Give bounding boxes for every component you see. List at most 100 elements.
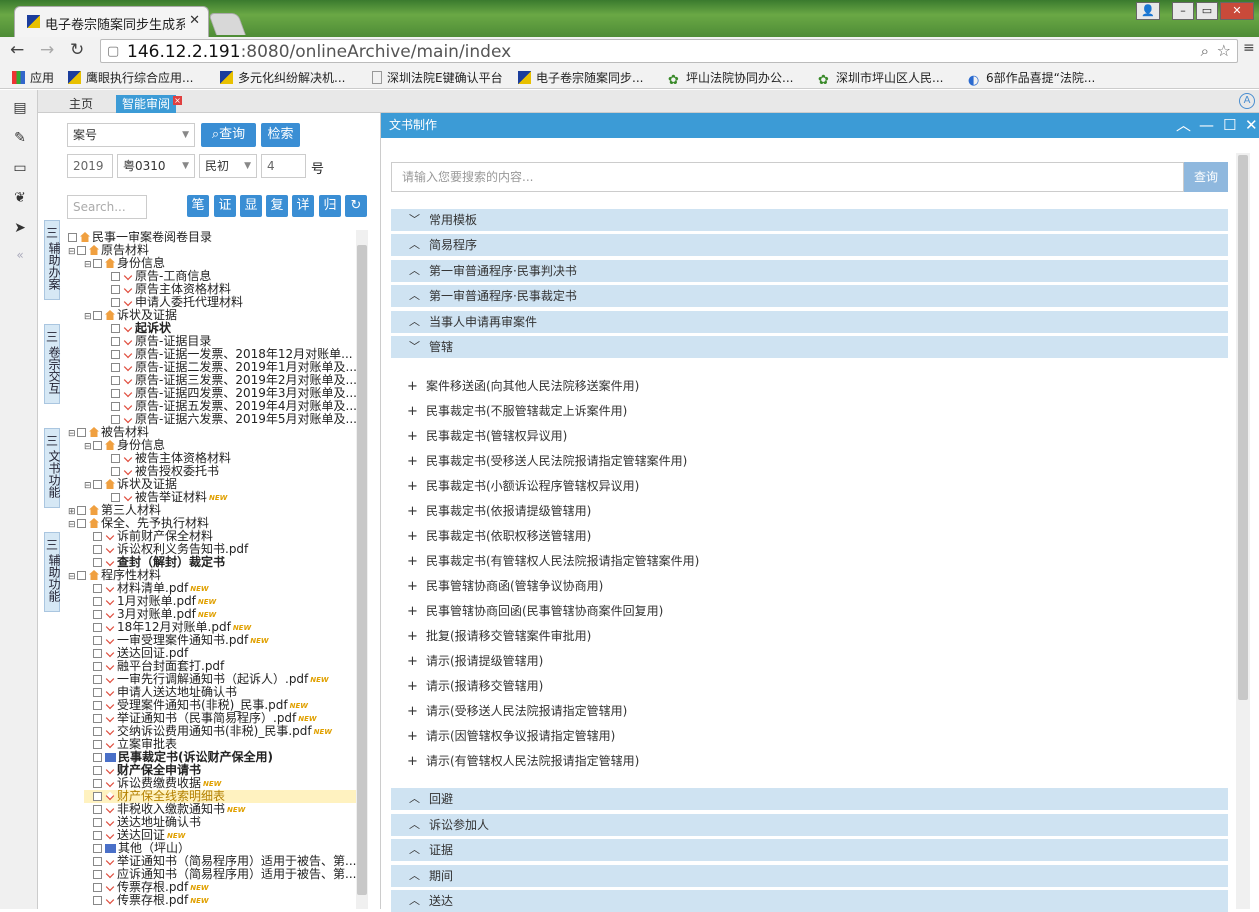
side-tab-assist-case[interactable]: 三辅助办案 <box>44 220 61 300</box>
user-icon[interactable]: 👤 <box>1136 2 1160 20</box>
accordion-section[interactable]: ︿ 证据 <box>391 839 1228 861</box>
tree-checkbox[interactable] <box>68 233 77 242</box>
court-code-select[interactable]: 粤0310 ▼ <box>117 154 195 178</box>
template-item[interactable]: + 请示(因管辖权争议报请指定管辖用) <box>407 729 615 744</box>
tree-node[interactable]: 传票存根.pdf NEW <box>84 894 209 907</box>
tree-checkbox[interactable] <box>77 506 86 515</box>
tree-scrollbar[interactable] <box>356 230 368 909</box>
tree-scrollbar-thumb[interactable] <box>357 245 367 895</box>
tree-checkbox[interactable] <box>93 662 102 671</box>
template-item[interactable]: + 案件移送函(向其他人民法院移送案件用) <box>407 379 639 394</box>
pencil-icon[interactable]: ✎ <box>10 130 30 150</box>
refresh-icon[interactable]: ↻ <box>345 195 367 217</box>
tree-checkbox[interactable] <box>93 649 102 658</box>
expand-toggle-icon[interactable]: ⊟ <box>84 441 93 454</box>
bookmark-item[interactable]: ✿ 坪山法院协同办公... <box>668 69 793 87</box>
bookmark-item[interactable]: 鹰眼执行综合应用... <box>68 69 193 86</box>
template-item[interactable]: + 请示(报请提级管辖用) <box>407 654 543 669</box>
tree-checkbox[interactable] <box>111 493 120 502</box>
chevron-up-icon[interactable]: ︿ <box>1176 113 1191 138</box>
expand-toggle-icon[interactable]: ⊟ <box>68 428 77 441</box>
send-icon[interactable]: ➤ <box>10 220 30 240</box>
template-item[interactable]: + 民事裁定书(依报请提级管辖用) <box>407 504 591 519</box>
accordion-section[interactable]: ︿ 当事人申请再审案件 <box>391 310 1228 333</box>
zoom-icon[interactable]: ⌕ <box>1201 42 1209 60</box>
year-input[interactable]: 2019 <box>67 154 113 178</box>
tree-checkbox[interactable] <box>93 831 102 840</box>
tree-checkbox[interactable] <box>111 363 120 372</box>
accordion-section[interactable]: ︿ 第一审普通程序·民事判决书 <box>391 259 1228 282</box>
tool-button-detail[interactable]: 详 <box>292 195 314 217</box>
template-item[interactable]: + 民事裁定书(依职权移送管辖用) <box>407 529 591 544</box>
card-icon[interactable]: ▭ <box>10 160 30 180</box>
tree-checkbox[interactable] <box>77 519 86 528</box>
template-item[interactable]: + 民事裁定书(管辖权异议用) <box>407 429 567 444</box>
tree-checkbox[interactable] <box>93 883 102 892</box>
tree-checkbox[interactable] <box>93 740 102 749</box>
tool-button-pen[interactable]: 笔 <box>187 195 209 217</box>
side-tab-assist-function[interactable]: 三辅助功能 <box>44 532 61 612</box>
document-search-button[interactable]: 查询 <box>1184 162 1228 192</box>
close-window-button[interactable]: ✕ <box>1220 2 1254 20</box>
tree-checkbox[interactable] <box>111 272 120 281</box>
tree-checkbox[interactable] <box>111 298 120 307</box>
side-tab-document-function[interactable]: 三文书功能 <box>44 428 61 508</box>
menu-icon[interactable]: ≡ <box>1243 40 1255 56</box>
tree-checkbox[interactable] <box>93 844 102 853</box>
maximize-button[interactable]: ▭ <box>1196 2 1218 20</box>
accordion-section[interactable]: ︿ 回避 <box>391 788 1228 810</box>
tree-checkbox[interactable] <box>111 467 120 476</box>
user-icon[interactable]: A <box>1239 93 1255 109</box>
accordion-section[interactable]: ︿ 诉讼参加人 <box>391 813 1228 836</box>
bookmark-item[interactable]: ◐ 6部作品喜提“法院... <box>968 69 1095 87</box>
tree-checkbox[interactable] <box>93 818 102 827</box>
close-tab-icon[interactable]: × <box>173 96 183 105</box>
tree-checkbox[interactable] <box>93 441 102 450</box>
browser-tab[interactable]: 电子卷宗随案同步生成系统 ✕ <box>14 6 209 37</box>
template-item[interactable]: + 民事裁定书(受移送人民法院报请指定管辖案件用) <box>407 454 687 469</box>
document-search-input[interactable]: 请输入您要搜索的内容... <box>391 162 1184 192</box>
back-icon[interactable]: ← <box>10 40 24 60</box>
side-tab-volume-interaction[interactable]: 三卷宗交互 <box>44 324 61 404</box>
bookmark-item[interactable]: 深圳法院E键确认平台 <box>372 69 503 86</box>
collapse-icon[interactable]: « <box>10 248 30 268</box>
bookmark-item[interactable]: 电子卷宗随案同步... <box>518 69 643 86</box>
tree-checkbox[interactable] <box>111 415 120 424</box>
template-item[interactable]: + 民事裁定书(有管辖权人民法院报请指定管辖案件用) <box>407 554 699 569</box>
tree-search-input[interactable]: Search... <box>67 195 147 219</box>
bookmark-star-icon[interactable]: ☆ <box>1217 41 1231 60</box>
accordion-section[interactable]: ︿ 简易程序 <box>391 234 1228 257</box>
tree-checkbox[interactable] <box>93 870 102 879</box>
tree-checkbox[interactable] <box>93 597 102 606</box>
case-number-input[interactable]: 4 <box>261 154 306 178</box>
bookmark-item[interactable]: ✿ 深圳市坪山区人民... <box>818 69 943 87</box>
close-icon[interactable]: ✕ <box>1245 113 1258 138</box>
case-kind-select[interactable]: 民初 ▼ <box>199 154 257 178</box>
tool-button-archive[interactable]: 归 <box>319 195 341 217</box>
retrieve-button[interactable]: 检索 <box>261 123 300 147</box>
expand-toggle-icon[interactable]: ⊟ <box>84 311 93 324</box>
tree-checkbox[interactable] <box>93 311 102 320</box>
template-item[interactable]: + 民事管辖协商回函(民事管辖协商案件回复用) <box>407 604 663 619</box>
bookmark-apps[interactable]: 应用 <box>12 69 54 86</box>
tree-checkbox[interactable] <box>93 701 102 710</box>
tool-button-copy[interactable]: 复 <box>266 195 288 217</box>
expand-toggle-icon[interactable]: ⊟ <box>68 571 77 584</box>
tool-button-evidence[interactable]: 证 <box>214 195 236 217</box>
maximize-icon[interactable]: ☐ <box>1223 113 1236 138</box>
tree-checkbox[interactable] <box>93 766 102 775</box>
tree-checkbox[interactable] <box>93 714 102 723</box>
list-icon[interactable]: ▤ <box>10 100 30 120</box>
template-item[interactable]: + 民事裁定书(小额诉讼程序管辖权异议用) <box>407 479 639 494</box>
tree-checkbox[interactable] <box>111 324 120 333</box>
tree-checkbox[interactable] <box>93 584 102 593</box>
tree-checkbox[interactable] <box>93 896 102 905</box>
template-item[interactable]: + 请示(受移送人民法院报请指定管辖用) <box>407 704 627 719</box>
tree-checkbox[interactable] <box>93 792 102 801</box>
tree-checkbox[interactable] <box>93 259 102 268</box>
close-tab-icon[interactable]: ✕ <box>189 13 200 28</box>
document-scrollbar-thumb[interactable] <box>1238 155 1248 700</box>
template-item[interactable]: + 批复(报请移交管辖案件审批用) <box>407 629 591 644</box>
tree-checkbox[interactable] <box>111 350 120 359</box>
tree-checkbox[interactable] <box>93 688 102 697</box>
